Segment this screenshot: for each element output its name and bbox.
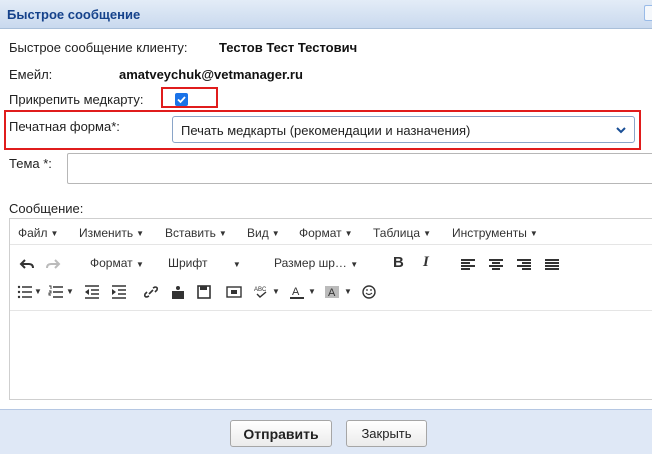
save-icon[interactable] <box>196 285 212 299</box>
numbered-list-dropdown-icon[interactable]: ▼ <box>66 287 74 296</box>
highlight-checkbox <box>161 87 218 108</box>
outdent-icon[interactable] <box>84 285 100 299</box>
text-color-dropdown-icon[interactable]: ▼ <box>308 287 316 296</box>
window-titlebar: Быстрое сообщение <box>0 0 652 29</box>
format-dropdown[interactable]: Формат ▼ <box>90 256 144 270</box>
text-color-icon[interactable]: A <box>289 285 305 299</box>
subject-label: Тема *: <box>9 156 52 171</box>
align-center-icon[interactable] <box>488 258 504 272</box>
link-icon[interactable] <box>143 285 159 299</box>
close-button[interactable]: Закрыть <box>346 420 427 447</box>
background-color-icon[interactable]: A <box>324 285 340 299</box>
emoticon-icon[interactable] <box>361 285 377 299</box>
email-value: amatveychuk@vetmanager.ru <box>119 67 303 82</box>
media-icon[interactable] <box>226 285 242 299</box>
message-edit-area[interactable] <box>10 310 652 400</box>
menu-insert[interactable]: Вставить ▼ <box>165 226 227 240</box>
menu-file[interactable]: Файл ▼ <box>18 226 58 240</box>
editor-toolbar-2: ▼ ▼ ABC ▼ A ▼ A ▼ <box>10 279 652 305</box>
client-name: Тестов Тест Тестович <box>219 40 358 55</box>
send-button[interactable]: Отправить <box>230 420 332 447</box>
align-left-icon[interactable] <box>460 258 476 272</box>
menu-edit[interactable]: Изменить ▼ <box>79 226 144 240</box>
italic-icon[interactable]: I <box>423 254 429 271</box>
menu-format[interactable]: Формат ▼ <box>299 226 353 240</box>
menu-table[interactable]: Таблица ▼ <box>373 226 431 240</box>
bullet-list-icon[interactable] <box>17 285 33 299</box>
chevron-down-icon <box>616 127 626 134</box>
menu-tools[interactable]: Инструменты ▼ <box>452 226 538 240</box>
email-label: Емейл: <box>9 67 53 82</box>
background-color-dropdown-icon[interactable]: ▼ <box>344 287 352 296</box>
image-icon[interactable] <box>170 285 186 299</box>
attach-medcard-label: Прикрепить медкарту: <box>9 92 144 107</box>
window-tool-button[interactable] <box>644 5 652 21</box>
svg-text:A: A <box>292 286 300 298</box>
message-label: Сообщение: <box>9 201 84 216</box>
editor-toolbar-1: Формат ▼ Шрифт ▼ Размер шр… ▼ B I <box>10 252 652 278</box>
print-form-value: Печать медкарты (рекомендации и назначен… <box>181 123 471 138</box>
indent-icon[interactable] <box>111 285 127 299</box>
client-label: Быстрое сообщение клиенту: <box>9 40 188 55</box>
window-title: Быстрое сообщение <box>7 7 141 22</box>
svg-text:A: A <box>328 287 336 299</box>
bullet-list-dropdown-icon[interactable]: ▼ <box>34 287 42 296</box>
print-form-label: Печатная форма*: <box>9 119 120 134</box>
font-size-dropdown[interactable]: Размер шр… ▼ <box>274 256 358 270</box>
menu-view[interactable]: Вид ▼ <box>247 226 280 240</box>
numbered-list-icon[interactable] <box>48 285 64 299</box>
font-dropdown[interactable]: Шрифт ▼ <box>168 256 241 270</box>
align-justify-icon[interactable] <box>544 258 560 272</box>
spellcheck-icon[interactable]: ABC <box>253 285 269 299</box>
redo-icon[interactable] <box>45 258 61 272</box>
bold-icon[interactable]: B <box>393 254 404 271</box>
message-editor: Файл ▼ Изменить ▼ Вставить ▼ Вид ▼ Формат ▼ Т… <box>9 218 652 400</box>
editor-menubar: Файл ▼ Изменить ▼ Вставить ▼ Вид ▼ Формат ▼ Т… <box>10 219 652 245</box>
subject-input[interactable] <box>67 153 652 184</box>
print-form-select[interactable]: Печать медкарты (рекомендации и назначен… <box>172 116 635 143</box>
align-right-icon[interactable] <box>516 258 532 272</box>
dialog-footer: Отправить Закрыть <box>0 409 652 454</box>
undo-icon[interactable] <box>19 258 35 272</box>
spellcheck-dropdown-icon[interactable]: ▼ <box>272 287 280 296</box>
